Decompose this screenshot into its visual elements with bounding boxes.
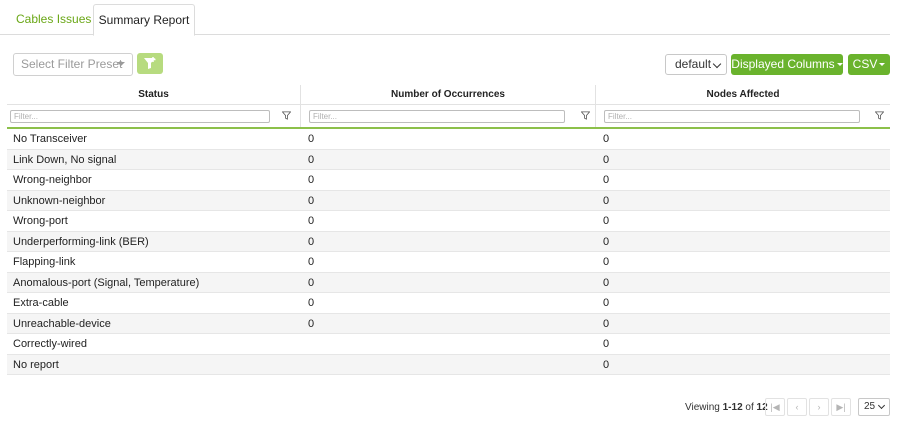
nodes-affected-cell: 0: [603, 153, 610, 166]
csv-button[interactable]: CSV: [848, 54, 890, 75]
viewing-text: Viewing 1-12 of 12: [685, 402, 768, 413]
view-select-value: default: [675, 57, 712, 71]
status-cell: No report: [13, 358, 59, 371]
table-row[interactable]: Extra-cable 0 0: [7, 293, 890, 314]
nodes-affected-cell: 0: [603, 256, 610, 268]
chevron-down-icon: [877, 401, 886, 410]
occurrences-cell: 0: [308, 256, 315, 268]
occurrences-cell: 0: [308, 215, 315, 227]
table-row[interactable]: No Transceiver 0 0: [7, 129, 890, 150]
status-cell: Flapping-link: [13, 256, 76, 268]
tab-summary-report[interactable]: Summary Report: [93, 4, 195, 36]
apply-filter-button[interactable]: [137, 53, 163, 74]
occurrences-cell: 0: [308, 133, 315, 145]
nodes-affected-cell: 0: [603, 174, 610, 186]
displayed-columns-label: Displayed Columns: [731, 57, 835, 71]
table-row[interactable]: Flapping-link 0 0: [7, 252, 890, 273]
nodes-filter-input[interactable]: Filter...: [604, 110, 860, 123]
prev-page-button[interactable]: ‹: [787, 398, 807, 416]
status-cell: Unknown-neighbor: [13, 194, 106, 207]
table-row[interactable]: Link Down, No signal 0 0: [7, 149, 890, 170]
filter-cell-nodes: Filter...: [595, 105, 890, 127]
column-header-nodes-affected[interactable]: Nodes Affected: [595, 85, 890, 105]
status-cell: Extra-cable: [13, 297, 69, 309]
table-row[interactable]: No report 0: [7, 354, 890, 375]
viewing-prefix: Viewing: [685, 402, 720, 413]
first-page-button[interactable]: |◀: [765, 398, 785, 416]
occurrences-cell: 0: [308, 276, 315, 289]
viewing-range: 1-12: [722, 402, 743, 413]
caret-down-icon: [879, 63, 886, 67]
table-row[interactable]: Anomalous-port (Signal, Temperature) 0 0: [7, 272, 890, 293]
filter-cell-status: Filter...: [7, 105, 300, 127]
nodes-affected-cell: 0: [603, 194, 610, 207]
csv-label: CSV: [852, 57, 878, 71]
next-page-button[interactable]: ›: [809, 398, 829, 416]
nodes-affected-cell: 0: [603, 317, 610, 330]
status-cell: Correctly-wired: [13, 338, 87, 350]
status-cell: Wrong-port: [13, 215, 68, 227]
table-body: No Transceiver 0 0 Link Down, No signal 0 0 Wr…: [7, 129, 890, 375]
viewing-of: of: [745, 402, 754, 413]
page-size-value: 25: [864, 401, 876, 412]
filter-preset-placeholder: Select Filter Preset: [21, 57, 123, 71]
filter-row: Filter... Filter... Filter...: [7, 105, 890, 129]
table-row[interactable]: Wrong-neighbor 0 0: [7, 170, 890, 191]
status-cell: Link Down, No signal: [13, 153, 117, 166]
occurrences-filter-input[interactable]: Filter...: [309, 110, 565, 123]
filter-plus-icon: [144, 57, 156, 69]
displayed-columns-button[interactable]: Displayed Columns: [731, 54, 843, 75]
status-cell: Anomalous-port (Signal, Temperature): [13, 276, 200, 289]
occurrences-cell: 0: [308, 153, 315, 166]
nodes-affected-cell: 0: [603, 297, 610, 309]
status-cell: Underperforming-link (BER): [13, 235, 149, 248]
table-header-row: Status Number of Occurrences Nodes Affec…: [7, 85, 890, 105]
nodes-affected-cell: 0: [603, 235, 610, 248]
status-cell: Unreachable-device: [13, 317, 111, 330]
occurrences-cell: 0: [308, 174, 315, 186]
caret-down-icon: [836, 63, 843, 67]
occurrences-cell: 0: [308, 194, 315, 207]
filter-cell-occurrences: Filter...: [300, 105, 595, 127]
column-header-status[interactable]: Status: [7, 85, 300, 105]
status-cell: Wrong-neighbor: [13, 174, 92, 186]
nodes-affected-cell: 0: [603, 215, 610, 227]
page-size-select[interactable]: 25: [858, 398, 890, 416]
pagination: Viewing 1-12 of 12 |◀ ‹ › ▶| 25: [0, 398, 900, 418]
nodes-affected-cell: 0: [603, 133, 610, 145]
column-header-occurrences[interactable]: Number of Occurrences: [300, 85, 595, 105]
filter-funnel-icon[interactable]: [581, 111, 590, 120]
summary-table: Status Number of Occurrences Nodes Affec…: [7, 85, 890, 375]
last-page-button[interactable]: ▶|: [831, 398, 851, 416]
filter-preset-select[interactable]: Select Filter Preset: [13, 53, 133, 76]
table-row[interactable]: Unknown-neighbor 0 0: [7, 190, 890, 211]
occurrences-cell: 0: [308, 297, 315, 309]
table-row[interactable]: Correctly-wired 0: [7, 334, 890, 355]
nodes-affected-cell: 0: [603, 276, 610, 289]
status-cell: No Transceiver: [13, 133, 87, 145]
filter-funnel-icon[interactable]: [875, 111, 884, 120]
occurrences-cell: 0: [308, 317, 315, 330]
table-row[interactable]: Underperforming-link (BER) 0 0: [7, 231, 890, 252]
filter-funnel-icon[interactable]: [282, 111, 291, 120]
caret-down-icon: [117, 62, 125, 66]
chevron-down-icon: [712, 59, 722, 69]
nodes-affected-cell: 0: [603, 358, 610, 371]
status-filter-input[interactable]: Filter...: [10, 110, 270, 123]
table-row[interactable]: Unreachable-device 0 0: [7, 313, 890, 334]
tab-cables-issues[interactable]: Cables Issues: [6, 4, 101, 36]
view-select[interactable]: default: [665, 54, 727, 75]
nodes-affected-cell: 0: [603, 338, 610, 350]
table-row[interactable]: Wrong-port 0 0: [7, 211, 890, 232]
tab-bar: Cables Issues Summary Report: [0, 0, 890, 36]
occurrences-cell: 0: [308, 235, 315, 248]
